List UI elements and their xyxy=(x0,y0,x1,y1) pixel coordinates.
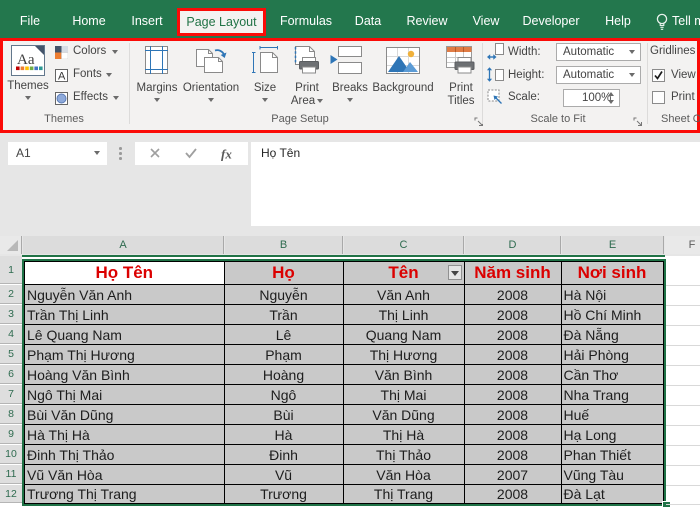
svg-text:A: A xyxy=(58,71,66,83)
svg-text:Aa: Aa xyxy=(17,52,35,68)
svg-text:fx: fx xyxy=(221,147,232,162)
